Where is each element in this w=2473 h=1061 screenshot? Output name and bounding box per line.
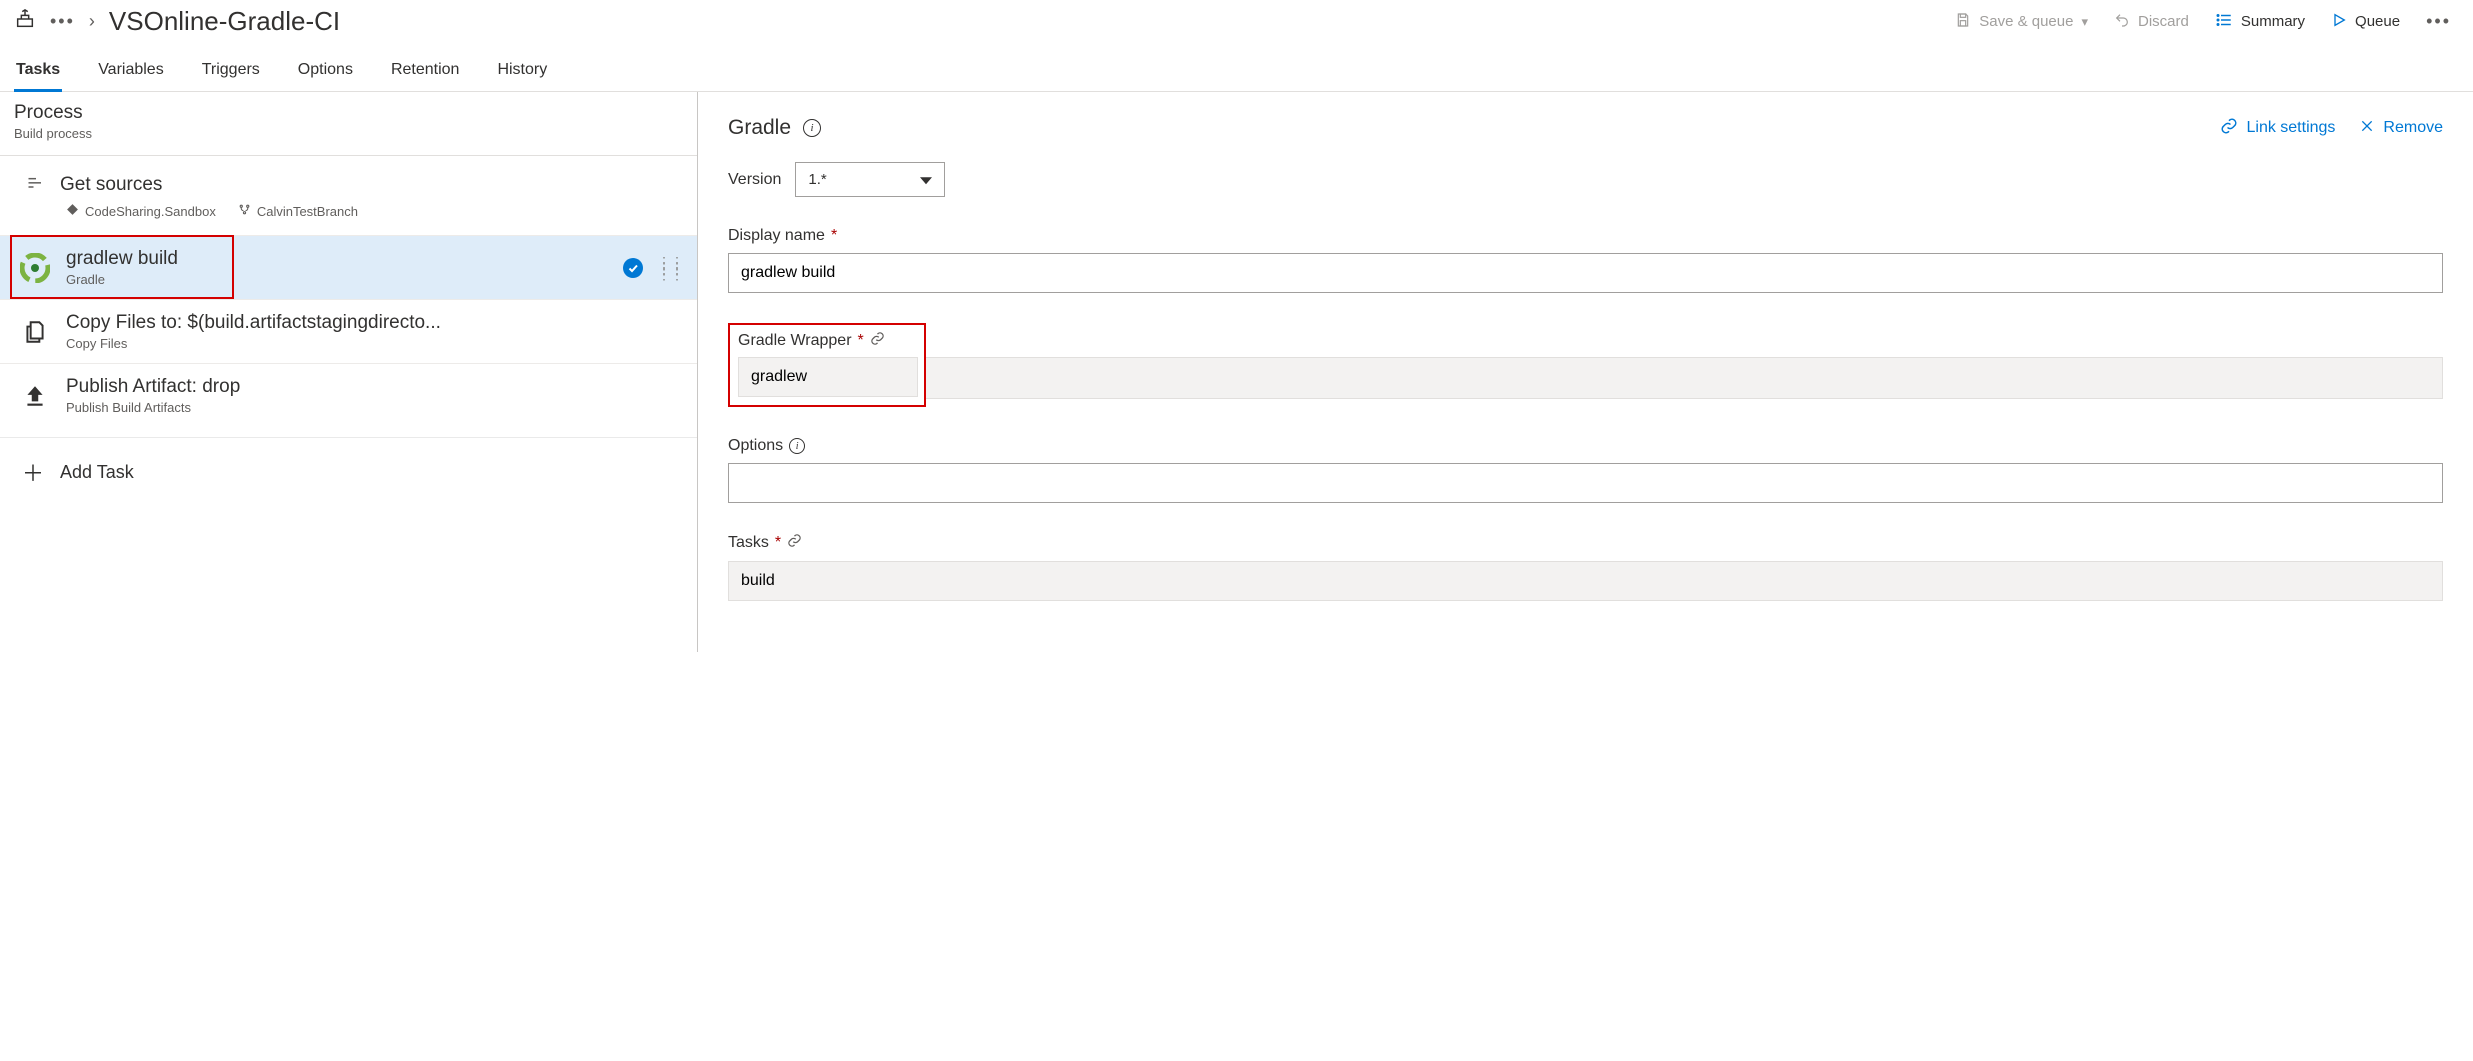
tab-retention[interactable]: Retention bbox=[389, 55, 462, 91]
chevron-down-icon: ▾ bbox=[2081, 14, 2088, 30]
task-item-publish-artifact[interactable]: Publish Artifact: drop Publish Build Art… bbox=[0, 363, 697, 427]
tab-history[interactable]: History bbox=[495, 55, 549, 91]
gradle-task-icon bbox=[20, 253, 50, 283]
list-icon bbox=[2215, 11, 2233, 33]
tab-options[interactable]: Options bbox=[296, 55, 355, 91]
chevron-right-icon: › bbox=[89, 11, 95, 32]
sources-icon bbox=[26, 172, 46, 197]
remove-button[interactable]: Remove bbox=[2359, 118, 2443, 139]
tasks-input[interactable] bbox=[728, 561, 2443, 601]
display-name-label: Display name bbox=[728, 227, 825, 245]
branch-icon bbox=[238, 203, 251, 219]
highlight-box: Gradle Wrapper * bbox=[728, 323, 926, 407]
info-icon[interactable]: i bbox=[789, 438, 805, 454]
breadcrumb-overflow-icon[interactable]: ••• bbox=[50, 11, 75, 32]
required-mark: * bbox=[858, 332, 864, 350]
detail-title: Gradle bbox=[728, 116, 791, 140]
tab-tasks[interactable]: Tasks bbox=[14, 55, 62, 92]
plus-icon: ＋ bbox=[22, 456, 44, 488]
save-icon bbox=[1955, 12, 1971, 32]
required-mark: * bbox=[775, 534, 781, 552]
options-label: Options bbox=[728, 437, 783, 455]
version-label: Version bbox=[728, 171, 781, 189]
summary-button[interactable]: Summary bbox=[2215, 11, 2305, 33]
drag-handle-icon[interactable]: ⋮⋮⋮⋮⋮⋮ bbox=[657, 259, 683, 277]
process-header[interactable]: Process Build process bbox=[0, 92, 697, 156]
breadcrumb: ••• › VSOnline-Gradle-CI bbox=[14, 6, 340, 37]
version-select[interactable]: 1.* bbox=[795, 162, 945, 197]
tab-strip: Tasks Variables Triggers Options Retenti… bbox=[0, 37, 2473, 92]
required-mark: * bbox=[831, 227, 837, 245]
pipeline-icon bbox=[14, 8, 36, 35]
link-icon[interactable] bbox=[870, 331, 885, 351]
add-task-button[interactable]: ＋ Add Task bbox=[0, 438, 697, 506]
repo-icon bbox=[66, 203, 79, 219]
link-settings-button[interactable]: Link settings bbox=[2220, 117, 2335, 140]
link-icon[interactable] bbox=[787, 533, 802, 553]
task-item-gradle[interactable]: gradlew build Gradle ⋮⋮⋮⋮⋮⋮ bbox=[0, 235, 697, 299]
display-name-input[interactable] bbox=[728, 253, 2443, 293]
undo-icon bbox=[2114, 12, 2130, 32]
repo-label: CodeSharing.Sandbox bbox=[66, 203, 216, 219]
tasks-label: Tasks bbox=[728, 534, 769, 552]
page-title: VSOnline-Gradle-CI bbox=[109, 6, 340, 37]
gradle-wrapper-label: Gradle Wrapper bbox=[738, 332, 852, 350]
task-status-check-icon bbox=[623, 258, 643, 278]
info-icon[interactable]: i bbox=[803, 119, 821, 137]
queue-button[interactable]: Queue bbox=[2331, 12, 2400, 32]
link-icon bbox=[2220, 117, 2238, 140]
options-input[interactable] bbox=[728, 463, 2443, 503]
gradle-wrapper-input[interactable] bbox=[738, 357, 918, 397]
toolbar: Save & queue ▾ Discard Summary Queue bbox=[1955, 11, 2459, 33]
tab-variables[interactable]: Variables bbox=[96, 55, 166, 91]
branch-label: CalvinTestBranch bbox=[238, 203, 358, 219]
tab-triggers[interactable]: Triggers bbox=[200, 55, 262, 91]
discard-button[interactable]: Discard bbox=[2114, 12, 2189, 32]
get-sources[interactable]: Get sources CodeSharing.Sandbox bbox=[0, 172, 697, 235]
copy-files-icon bbox=[20, 317, 50, 347]
task-item-copy-files[interactable]: Copy Files to: $(build.artifactstagingdi… bbox=[0, 299, 697, 363]
close-icon bbox=[2359, 118, 2375, 139]
more-actions-icon[interactable]: ••• bbox=[2426, 11, 2451, 32]
publish-artifact-icon bbox=[20, 381, 50, 411]
save-and-queue-button[interactable]: Save & queue ▾ bbox=[1955, 12, 2088, 32]
play-icon bbox=[2331, 12, 2347, 32]
